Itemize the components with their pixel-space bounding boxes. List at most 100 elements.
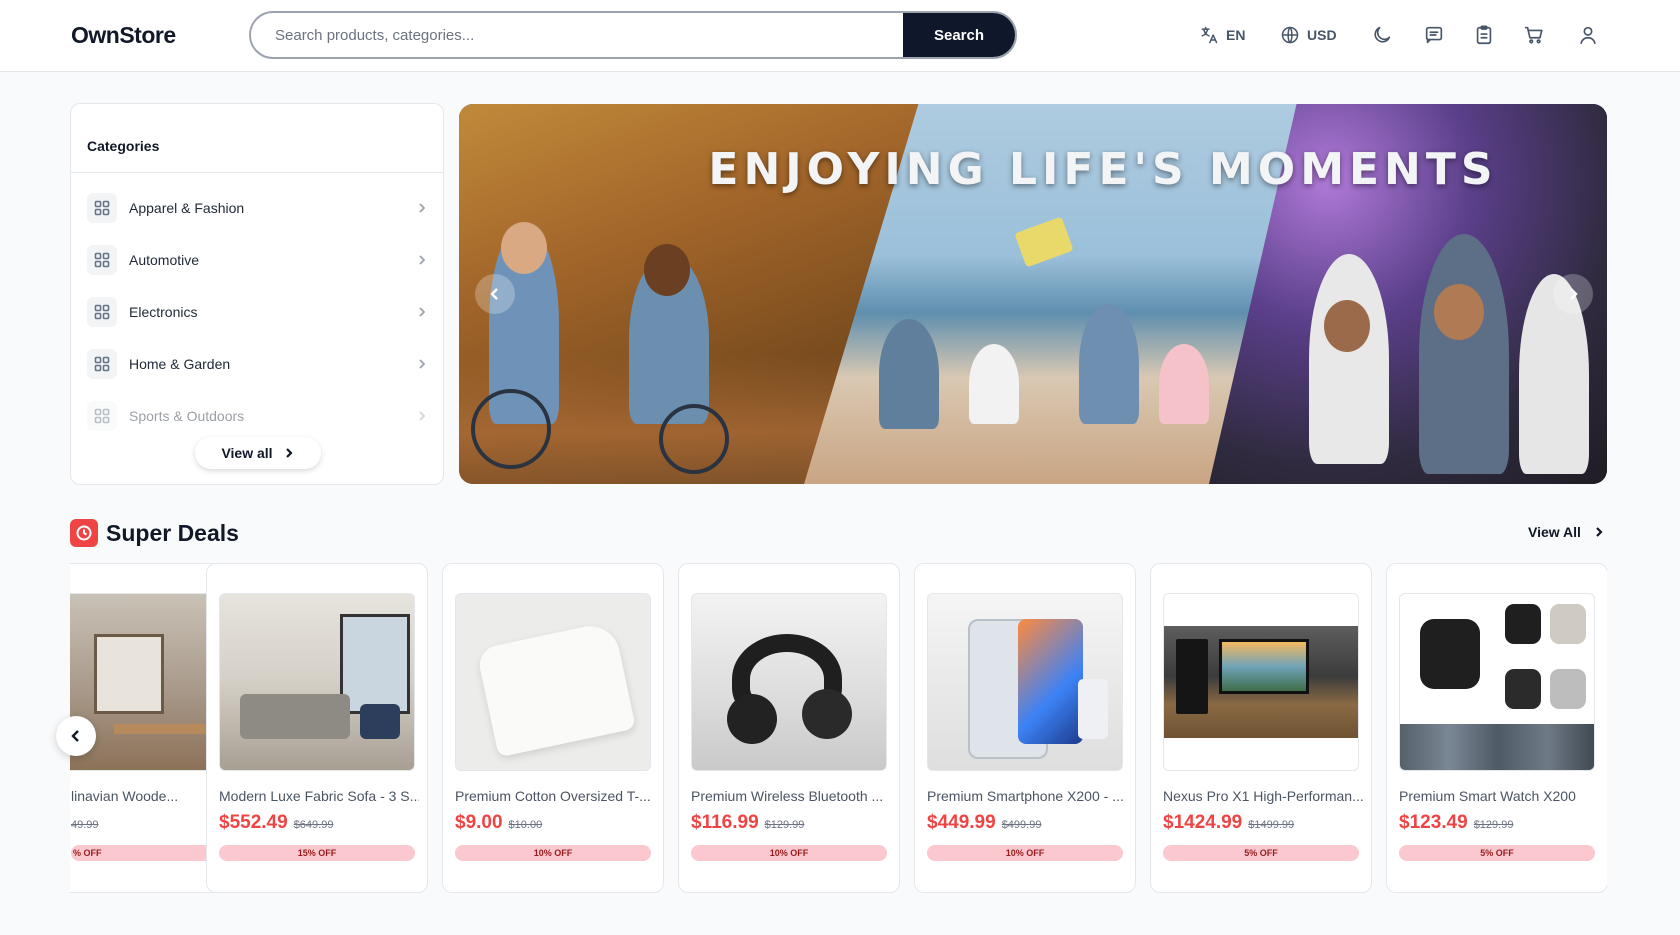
- price-original: $649.99: [293, 819, 334, 831]
- view-all-categories-button[interactable]: View all: [195, 437, 321, 469]
- product-image: [1163, 593, 1359, 771]
- translate-icon: [1201, 26, 1218, 44]
- person-figure: [969, 344, 1019, 424]
- discount-badge: 10% OFF: [927, 845, 1123, 861]
- category-label: Apparel & Fashion: [129, 200, 245, 216]
- product-card[interactable]: Premium Cotton Oversized T-... $9.00 $10.…: [442, 563, 664, 893]
- price-current: $449.99: [927, 812, 996, 833]
- watch-strip: [1400, 724, 1594, 770]
- search-button[interactable]: Search: [903, 13, 1015, 57]
- product-price: $9.00 $10.00: [455, 812, 542, 834]
- price-original: $1499.99: [1248, 819, 1295, 831]
- discount-badge: 10% OFF: [691, 845, 887, 861]
- clipboard-icon: [1476, 25, 1492, 45]
- chevron-right-icon: [419, 203, 426, 213]
- price-original: $499.99: [1001, 819, 1042, 831]
- grid-icon: [87, 349, 117, 379]
- language-label: EN: [1226, 27, 1246, 43]
- product-card[interactable]: Premium Smart Watch X200 $123.49 $129.99 …: [1386, 563, 1607, 893]
- wall-art: [94, 634, 164, 714]
- currency-selector[interactable]: USD: [1280, 22, 1337, 48]
- person-head: [501, 222, 547, 274]
- hero-banner[interactable]: ENJOYING LIFE'S MOMENTS: [459, 104, 1607, 484]
- product-image: [219, 593, 415, 771]
- grid-icon: [87, 297, 117, 327]
- price-original: $129.99: [764, 819, 805, 831]
- globe-icon: [1281, 26, 1299, 44]
- theme-toggle[interactable]: [1369, 22, 1395, 48]
- discount-badge: 5% OFF: [1399, 845, 1595, 861]
- language-selector[interactable]: EN: [1199, 22, 1245, 48]
- view-all-label: View All: [1528, 524, 1581, 540]
- grid-icon: [87, 245, 117, 275]
- clock-badge: [70, 519, 98, 547]
- category-item-electronics[interactable]: Electronics: [87, 288, 429, 336]
- chevron-left-icon: [71, 730, 79, 742]
- person-figure: [1079, 304, 1139, 424]
- price-original: 49.99: [71, 819, 99, 831]
- watch-small: [1550, 669, 1586, 709]
- product-image: [927, 593, 1123, 771]
- product-card[interactable]: Nexus Pro X1 High-Performan... $1424.99 $…: [1150, 563, 1372, 893]
- folded-tshirt: [476, 620, 636, 758]
- person-figure: [1309, 254, 1389, 464]
- category-item-home-garden[interactable]: Home & Garden: [87, 340, 429, 388]
- banner-next-button[interactable]: [1553, 274, 1593, 314]
- product-card[interactable]: Premium Wireless Bluetooth ... $116.99 $1…: [678, 563, 900, 893]
- clock-icon: [76, 525, 92, 541]
- person-head: [644, 244, 690, 296]
- price-original: $129.99: [1473, 819, 1514, 831]
- person-figure: [1419, 234, 1509, 474]
- messages-button[interactable]: [1421, 22, 1447, 48]
- chevron-right-icon: [419, 307, 426, 317]
- product-name: Premium Smart Watch X200: [1399, 788, 1576, 804]
- armchair: [360, 704, 400, 739]
- phone-front: [1018, 619, 1083, 744]
- category-item-apparel[interactable]: Apparel & Fashion: [87, 184, 429, 232]
- phone-small: [1078, 679, 1108, 739]
- window: [340, 614, 410, 714]
- category-label: Sports & Outdoors: [129, 408, 245, 424]
- price-original: $10.00: [508, 819, 543, 831]
- product-price: 49.99: [71, 812, 99, 834]
- deals-carousel: linavian Woode... 49.99 % OFF Modern Lux…: [70, 563, 1607, 894]
- chevron-right-icon: [419, 411, 426, 421]
- product-image: [691, 593, 887, 771]
- divider: [71, 172, 443, 173]
- watch-small: [1505, 604, 1541, 644]
- sofa: [240, 694, 350, 739]
- ear-cup: [802, 689, 852, 739]
- deals-prev-button[interactable]: [56, 716, 96, 756]
- categories-panel: Categories Apparel & Fashion Automotive …: [70, 103, 444, 485]
- account-button[interactable]: [1575, 22, 1601, 48]
- store-logo[interactable]: OwnStore: [71, 22, 176, 49]
- orders-button[interactable]: [1471, 22, 1497, 48]
- watch-small: [1505, 669, 1541, 709]
- product-price: $449.99 $499.99: [927, 812, 1041, 834]
- cart-button[interactable]: [1521, 22, 1547, 48]
- product-card[interactable]: Premium Smartphone X200 - ... $449.99 $49…: [914, 563, 1136, 893]
- view-all-label: View all: [221, 445, 273, 461]
- product-price: $116.99 $129.99: [691, 812, 804, 834]
- bike-wheel: [659, 404, 729, 474]
- chevron-left-icon: [490, 288, 498, 300]
- monitor: [1219, 639, 1309, 694]
- banner-prev-button[interactable]: [475, 274, 515, 314]
- product-name: Premium Cotton Oversized T-...: [455, 788, 651, 804]
- grid-icon: [87, 193, 117, 223]
- search-input[interactable]: [251, 13, 905, 57]
- product-name: Premium Smartphone X200 - ...: [927, 788, 1124, 804]
- product-name: Nexus Pro X1 High-Performan...: [1163, 788, 1363, 804]
- category-item-sports-outdoors[interactable]: Sports & Outdoors: [87, 392, 429, 440]
- watch-large: [1420, 619, 1480, 689]
- person-figure: [879, 319, 939, 429]
- banner-title: ENJOYING LIFE'S MOMENTS: [708, 144, 1498, 195]
- discount-badge: 10% OFF: [455, 845, 651, 861]
- deals-view-all-link[interactable]: View All: [1528, 524, 1605, 540]
- category-label: Automotive: [129, 252, 200, 268]
- grid-icon: [87, 401, 117, 431]
- category-label: Electronics: [129, 304, 198, 320]
- category-item-automotive[interactable]: Automotive: [87, 236, 429, 284]
- product-card[interactable]: Modern Luxe Fabric Sofa - 3 S... $552.49…: [206, 563, 428, 893]
- watch-small: [1550, 604, 1586, 644]
